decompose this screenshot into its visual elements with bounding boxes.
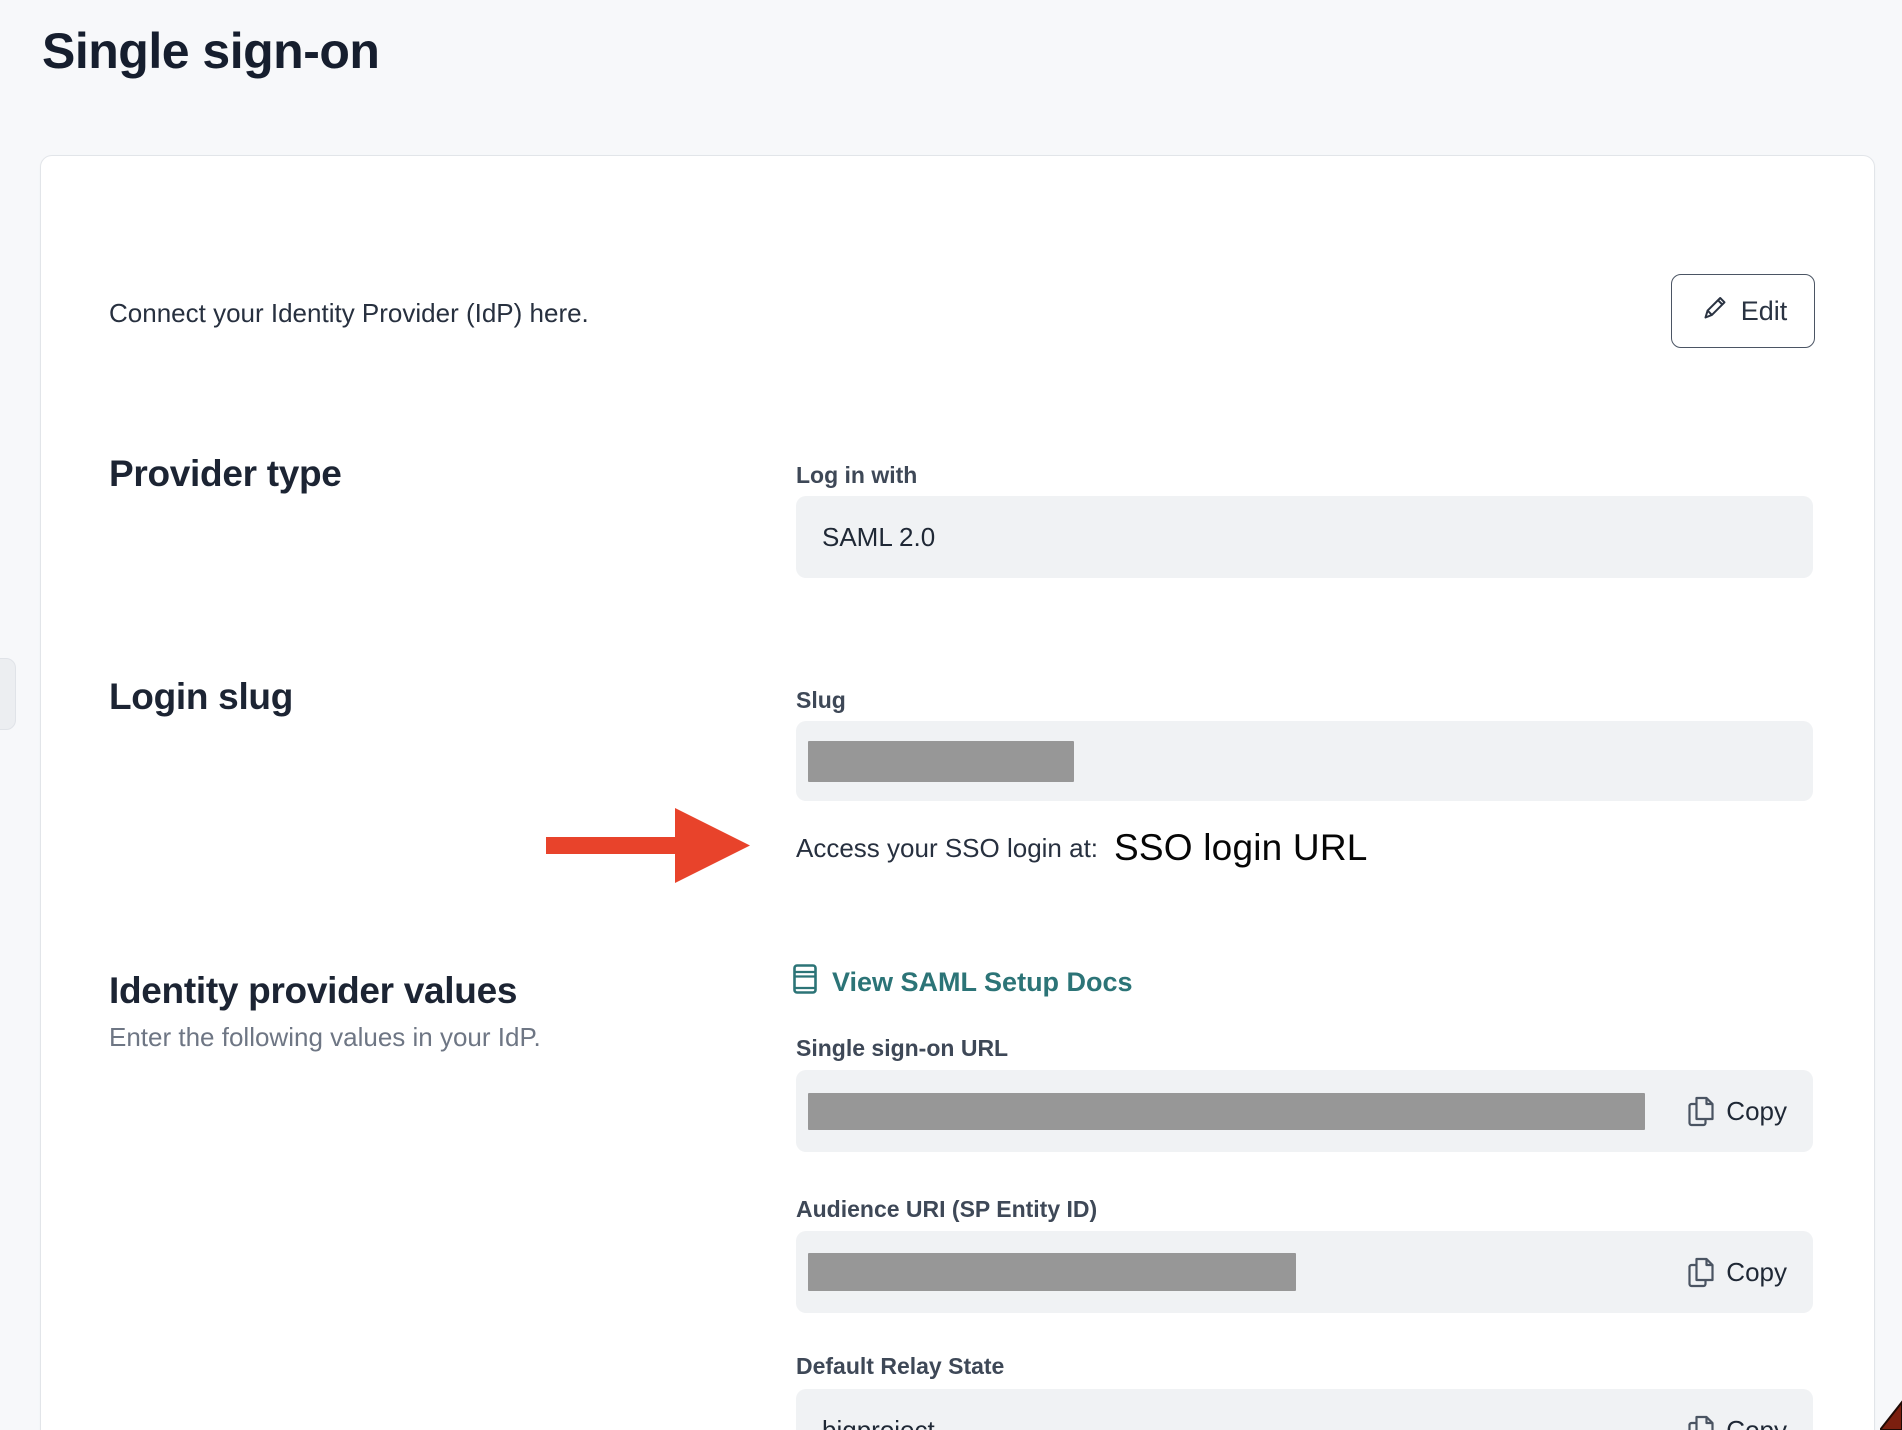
default-relay-state-label: Default Relay State bbox=[796, 1353, 1004, 1380]
access-login-text: Access your SSO login at: bbox=[796, 833, 1098, 864]
copy-icon bbox=[1688, 1415, 1715, 1430]
sso-url-label: Single sign-on URL bbox=[796, 1035, 1008, 1062]
access-login-line: Access your SSO login at: SSO login URL bbox=[796, 820, 1368, 876]
audience-uri-label: Audience URI (SP Entity ID) bbox=[796, 1196, 1097, 1223]
audience-uri-redacted-value bbox=[808, 1253, 1296, 1291]
provider-type-heading: Provider type bbox=[109, 453, 342, 495]
docs-link-label: View SAML Setup Docs bbox=[832, 967, 1133, 998]
copy-icon bbox=[1688, 1257, 1715, 1288]
drawer-handle[interactable] bbox=[0, 658, 16, 730]
default-relay-state-value: bigproject bbox=[822, 1415, 935, 1430]
sso-url-field: Copy bbox=[796, 1070, 1813, 1152]
copy-audience-uri-button[interactable]: Copy bbox=[1688, 1257, 1787, 1288]
sso-url-redacted-value bbox=[808, 1093, 1645, 1130]
annotation-arrow-icon bbox=[546, 808, 750, 888]
idp-values-heading: Identity provider values bbox=[109, 970, 517, 1012]
copy-button-label: Copy bbox=[1726, 1415, 1787, 1430]
pencil-icon bbox=[1699, 293, 1729, 330]
copy-button-label: Copy bbox=[1726, 1096, 1787, 1127]
audience-uri-field: Copy bbox=[796, 1231, 1813, 1313]
log-in-with-label: Log in with bbox=[796, 462, 917, 489]
copy-button-label: Copy bbox=[1726, 1257, 1787, 1288]
document-icon bbox=[793, 964, 817, 1001]
sso-login-url-annotation: SSO login URL bbox=[1114, 827, 1368, 869]
provider-type-field: SAML 2.0 bbox=[796, 496, 1813, 578]
copy-icon bbox=[1688, 1096, 1715, 1127]
sso-settings-card: Connect your Identity Provider (IdP) her… bbox=[40, 155, 1875, 1430]
copy-relay-state-button[interactable]: Copy bbox=[1688, 1415, 1787, 1430]
slug-field bbox=[796, 721, 1813, 801]
corner-marker-icon bbox=[1880, 1400, 1902, 1430]
login-slug-heading: Login slug bbox=[109, 676, 293, 718]
page-title: Single sign-on bbox=[42, 22, 379, 80]
edit-button[interactable]: Edit bbox=[1671, 274, 1815, 348]
slug-label: Slug bbox=[796, 687, 846, 714]
copy-sso-url-button[interactable]: Copy bbox=[1688, 1096, 1787, 1127]
default-relay-state-field: bigproject Copy bbox=[796, 1389, 1813, 1430]
edit-button-label: Edit bbox=[1741, 296, 1788, 327]
provider-type-value: SAML 2.0 bbox=[822, 522, 935, 553]
idp-values-subheading: Enter the following values in your IdP. bbox=[109, 1022, 541, 1053]
slug-redacted-value bbox=[808, 741, 1074, 782]
intro-text: Connect your Identity Provider (IdP) her… bbox=[109, 298, 589, 329]
view-saml-setup-docs-link[interactable]: View SAML Setup Docs bbox=[793, 964, 1133, 1001]
